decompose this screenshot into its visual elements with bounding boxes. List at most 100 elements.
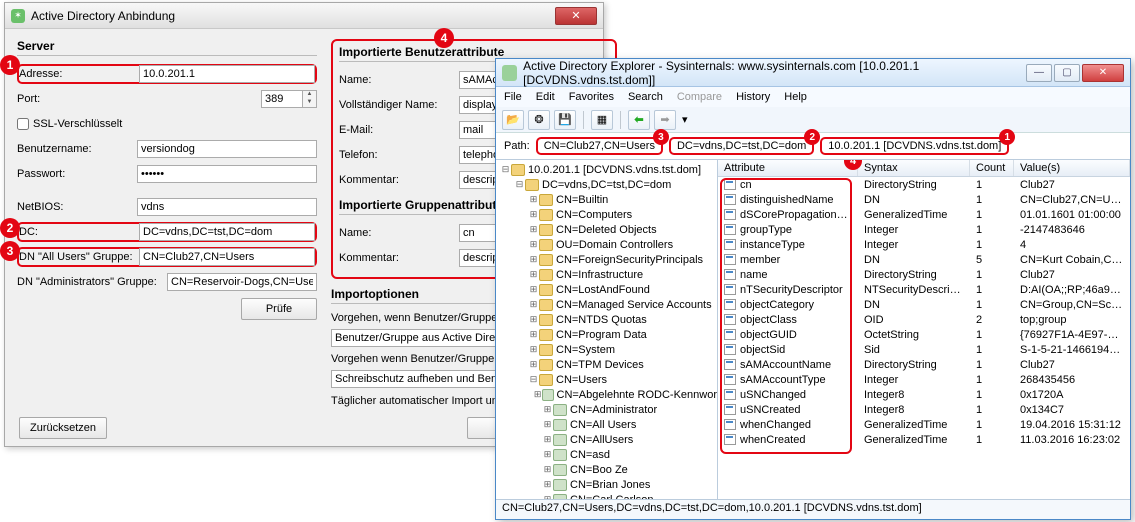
back-icon[interactable]: ⬅ — [628, 110, 650, 130]
tree-node[interactable]: ⊞CN=Boo Ze — [496, 462, 717, 477]
label-ua-telefon: Telefon: — [339, 149, 459, 161]
input-dn-allusers[interactable] — [139, 248, 315, 266]
tree-node[interactable]: ⊟CN=Users — [496, 372, 717, 387]
label-ua-email: E-Mail: — [339, 124, 459, 136]
menu-help[interactable]: Help — [784, 91, 807, 103]
tree-node[interactable]: ⊞OU=Domain Controllers — [496, 237, 717, 252]
attribute-row[interactable]: dSCorePropagationDataGeneralizedTime101.… — [718, 207, 1130, 222]
tree-node[interactable]: ⊞CN=System — [496, 342, 717, 357]
input-passwort[interactable] — [137, 165, 317, 183]
tree-node[interactable]: ⊞CN=TPM Devices — [496, 357, 717, 372]
tree-node[interactable]: ⊞CN=LostAndFound — [496, 282, 717, 297]
save-icon[interactable]: 💾 — [554, 110, 576, 130]
badge-1: 1 — [0, 55, 20, 75]
col-syntax[interactable]: Syntax — [858, 160, 970, 176]
forward-icon[interactable]: ➡ — [654, 110, 676, 130]
menu-compare[interactable]: Compare — [677, 91, 722, 103]
listview-body[interactable]: cnDirectoryString1Club27distinguishedNam… — [718, 177, 1130, 499]
tree-node[interactable]: ⊞CN=ForeignSecurityPrincipals — [496, 252, 717, 267]
attribute-row[interactable]: groupTypeInteger1-2147483646 — [718, 222, 1130, 237]
input-adresse[interactable] — [139, 65, 315, 83]
input-netbios[interactable] — [137, 198, 317, 216]
label-ua-vollname: Vollständiger Name: — [339, 99, 459, 111]
input-port[interactable] — [261, 90, 303, 108]
menu-search[interactable]: Search — [628, 91, 663, 103]
tree-node[interactable]: ⊞CN=NTDS Quotas — [496, 312, 717, 327]
attribute-row[interactable]: sAMAccountNameDirectoryString1Club27 — [718, 357, 1130, 372]
attribute-row[interactable]: sAMAccountTypeInteger1268435456 — [718, 372, 1130, 387]
attribute-row[interactable]: nameDirectoryString1Club27 — [718, 267, 1130, 282]
explorer-app-icon — [502, 65, 517, 81]
attribute-row[interactable]: cnDirectoryString1Club27 — [718, 177, 1130, 192]
row-dc: DC: — [17, 222, 317, 242]
tree-node[interactable]: ⊞CN=Builtin — [496, 192, 717, 207]
dialog-title: Active Directory Anbindung — [31, 9, 175, 23]
tree-node[interactable]: ⊞CN=Administrator — [496, 402, 717, 417]
close-icon[interactable]: ✕ — [1082, 64, 1124, 82]
path-badge-3: 3 — [653, 129, 669, 145]
menu-file[interactable]: File — [504, 91, 522, 103]
explorer-title: Active Directory Explorer - Sysinternals… — [523, 59, 1026, 87]
checkbox-ssl[interactable] — [17, 118, 29, 130]
pruefe-button[interactable]: Prüfe — [241, 298, 317, 320]
input-benutzername[interactable] — [137, 140, 317, 158]
path-seg-2[interactable]: DC=vdns,DC=tst,DC=dom 2 — [669, 137, 814, 155]
tree-node[interactable]: ⊞CN=Brian Jones — [496, 477, 717, 492]
menu-history[interactable]: History — [736, 91, 770, 103]
attribute-row[interactable]: distinguishedNameDN1CN=Club27,CN=Users,D… — [718, 192, 1130, 207]
minimize-icon[interactable]: — — [1026, 64, 1052, 82]
attribute-row[interactable]: objectCategoryDN1CN=Group,CN=Schema,CN=C… — [718, 297, 1130, 312]
path-seg-1[interactable]: 10.0.201.1 [DCVDNS.vdns.tst.dom] 1 — [820, 137, 1009, 155]
attribute-row[interactable]: nTSecurityDescriptorNTSecurityDescriptor… — [718, 282, 1130, 297]
tree-node[interactable]: ⊞CN=Infrastructure — [496, 267, 717, 282]
attribute-row[interactable]: whenCreatedGeneralizedTime111.03.2016 16… — [718, 432, 1130, 447]
badge-4: 4 — [434, 28, 454, 48]
directory-tree[interactable]: ⊟10.0.201.1 [DCVDNS.vdns.tst.dom]⊟DC=vdn… — [496, 160, 718, 499]
reset-button[interactable]: Zurücksetzen — [19, 417, 107, 439]
tree-node[interactable]: ⊟10.0.201.1 [DCVDNS.vdns.tst.dom] — [496, 162, 717, 177]
explorer-statusbar: CN=Club27,CN=Users,DC=vdns,DC=tst,DC=dom… — [496, 499, 1130, 519]
open-icon[interactable]: 📂 — [502, 110, 524, 130]
badge-3: 3 — [0, 241, 20, 261]
attribute-row[interactable]: objectClassOID2top;group — [718, 312, 1130, 327]
maximize-icon[interactable]: ▢ — [1054, 64, 1080, 82]
dialog-titlebar[interactable]: ✶ Active Directory Anbindung ✕ — [5, 3, 603, 29]
attribute-row[interactable]: objectSidSid1S-1-5-21-1466194350-3174101… — [718, 342, 1130, 357]
tree-node[interactable]: ⊞CN=Carl Carlson — [496, 492, 717, 499]
label-passwort: Passwort: — [17, 168, 137, 180]
tree-node[interactable]: ⊞CN=AllUsers — [496, 432, 717, 447]
attribute-row[interactable]: uSNChangedInteger810x1720A — [718, 387, 1130, 402]
col-attribute[interactable]: Attribute — [718, 160, 858, 176]
port-spinner[interactable]: ▲▼ — [303, 90, 317, 108]
refresh-icon[interactable]: ❂ — [528, 110, 550, 130]
attribute-row[interactable]: memberDN5CN=Kurt Cobain,CN=Users,DC=v — [718, 252, 1130, 267]
close-icon[interactable]: ✕ — [555, 7, 597, 25]
attribute-row[interactable]: instanceTypeInteger14 — [718, 237, 1130, 252]
menu-favorites[interactable]: Favorites — [569, 91, 614, 103]
tree-node[interactable]: ⊞CN=All Users — [496, 417, 717, 432]
tree-node[interactable]: ⊞CN=Program Data — [496, 327, 717, 342]
listview-header[interactable]: Attribute Syntax Count Value(s) — [718, 160, 1130, 177]
tree-node[interactable]: ⊞CN=Managed Service Accounts — [496, 297, 717, 312]
col-values[interactable]: Value(s) — [1014, 160, 1130, 176]
tree-node[interactable]: ⊞CN=Deleted Objects — [496, 222, 717, 237]
tree-node[interactable]: ⊞CN=asd — [496, 447, 717, 462]
path-badge-2: 2 — [804, 129, 820, 145]
attribute-row[interactable]: uSNCreatedInteger810x134C7 — [718, 402, 1130, 417]
properties-icon[interactable]: ▦ — [591, 110, 613, 130]
tree-node[interactable]: ⊞CN=Computers — [496, 207, 717, 222]
row-dn-allusers: DN "All Users" Gruppe: — [17, 247, 317, 267]
attribute-row[interactable]: whenChangedGeneralizedTime119.04.2016 15… — [718, 417, 1130, 432]
col-count[interactable]: Count — [970, 160, 1014, 176]
explorer-titlebar[interactable]: Active Directory Explorer - Sysinternals… — [496, 59, 1130, 87]
tree-node[interactable]: ⊟DC=vdns,DC=tst,DC=dom — [496, 177, 717, 192]
input-dc[interactable] — [139, 223, 315, 241]
input-dn-admins[interactable] — [167, 273, 317, 291]
attribute-row[interactable]: objectGUIDOctetString1{76927F1A-4E97-450… — [718, 327, 1130, 342]
menu-edit[interactable]: Edit — [536, 91, 555, 103]
attribute-listview: Attribute Syntax Count Value(s) cnDirect… — [718, 160, 1130, 499]
label-ga-name: Name: — [339, 227, 459, 239]
path-seg-3[interactable]: CN=Club27,CN=Users 3 — [536, 137, 663, 155]
ad-explorer-window: Active Directory Explorer - Sysinternals… — [495, 58, 1131, 520]
tree-node[interactable]: ⊞CN=Abgelehnte RODC-Kennwor — [496, 387, 717, 402]
